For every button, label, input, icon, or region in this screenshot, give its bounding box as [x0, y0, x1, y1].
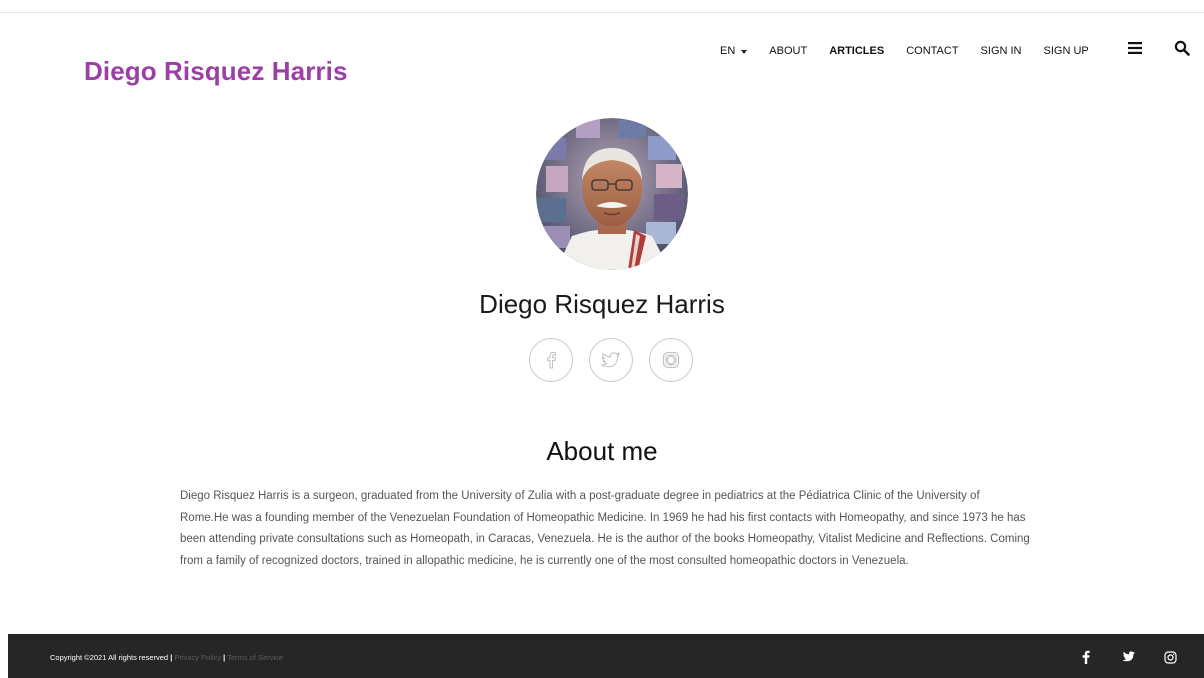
- profile-social-links: [529, 338, 693, 382]
- page: Diego Risquez Harris EN ABOUT ARTICLES C…: [0, 0, 1204, 678]
- footer-twitter-link[interactable]: [1118, 650, 1138, 664]
- profile-avatar: [536, 118, 688, 270]
- footer-instagram-link[interactable]: [1160, 650, 1180, 664]
- language-label: EN: [720, 45, 736, 57]
- about-title: About me: [546, 436, 658, 466]
- nav-contact[interactable]: CONTACT: [906, 45, 958, 57]
- nav-articles[interactable]: ARTICLES: [829, 45, 884, 57]
- profile-name: Diego Risquez Harris: [479, 289, 725, 319]
- footer-facebook-link[interactable]: [1076, 650, 1096, 664]
- twitter-icon: [600, 351, 620, 368]
- footer-social-links: [1076, 650, 1180, 664]
- caret-down-icon: [741, 49, 748, 54]
- nav-sign-up[interactable]: SIGN UP: [1044, 45, 1089, 57]
- footer-separator: |: [170, 653, 173, 662]
- terms-of-service-link[interactable]: Terms of Service: [227, 653, 283, 662]
- facebook-icon: [1082, 650, 1090, 664]
- person-photo-icon: [536, 118, 688, 270]
- twitter-icon: [1122, 651, 1135, 662]
- footer-copyright: Copyright ©2021 All rights reserved | Pr…: [50, 653, 283, 662]
- site-brand[interactable]: Diego Risquez Harris: [84, 56, 348, 87]
- menu-icon[interactable]: [1128, 41, 1142, 54]
- top-divider: [0, 12, 1204, 13]
- facebook-icon: [547, 351, 556, 369]
- footer: Copyright ©2021 All rights reserved | Pr…: [8, 634, 1204, 678]
- privacy-policy-link[interactable]: Privacy Policy: [174, 653, 221, 662]
- instagram-icon: [662, 351, 680, 369]
- copyright-text: Copyright ©2021 All rights reserved: [50, 653, 169, 662]
- about-text: Diego Risquez Harris is a surgeon, gradu…: [180, 490, 1030, 567]
- instagram-icon: [1163, 650, 1177, 664]
- nav-sign-in[interactable]: SIGN IN: [981, 45, 1022, 57]
- facebook-link[interactable]: [529, 338, 573, 382]
- language-selector[interactable]: EN: [720, 45, 748, 57]
- nav-about[interactable]: ABOUT: [769, 45, 807, 57]
- main-nav: EN ABOUT ARTICLES CONTACT SIGN IN SIGN U…: [720, 45, 1111, 57]
- twitter-link[interactable]: [589, 338, 633, 382]
- instagram-link[interactable]: [649, 338, 693, 382]
- footer-separator: |: [223, 653, 226, 662]
- search-icon[interactable]: [1174, 40, 1190, 56]
